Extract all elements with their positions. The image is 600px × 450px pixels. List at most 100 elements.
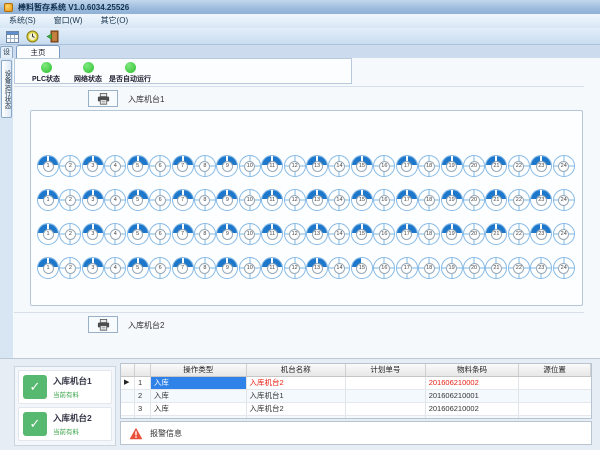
cell-op-type[interactable] <box>151 416 247 419</box>
tab-side-panel-stub[interactable]: 设 <box>0 46 13 58</box>
row-indicator[interactable]: ▶ <box>121 377 135 389</box>
col-op-type[interactable]: 操作类型 <box>151 364 247 376</box>
table-row[interactable]: 3入库入库机台2 201606210002 <box>121 403 591 416</box>
row-number[interactable]: 1 <box>135 377 151 389</box>
slot-number: 3 <box>87 229 98 240</box>
window-title: 棒料暂存系统 V1.0.6034.25526 <box>18 2 129 13</box>
storage-slot-wheel: 3 <box>82 223 104 245</box>
storage-slot-wheel: 24 <box>553 189 575 211</box>
calendar-icon[interactable] <box>5 29 20 44</box>
cell-op-type[interactable]: 入库 <box>151 403 247 415</box>
row-number[interactable]: 3 <box>135 403 151 415</box>
storage-slot-wheel: 18 <box>418 257 440 279</box>
slot-number: 18 <box>424 263 435 274</box>
slot-number: 9 <box>222 229 233 240</box>
check-icon: ✓ <box>23 412 47 436</box>
table-row[interactable]: 2入库入库机台1 201606210001 <box>121 390 591 403</box>
storage-slot-wheel: 10 <box>239 189 261 211</box>
slot-number: 21 <box>491 161 502 172</box>
storage-slot-wheel: 17 <box>396 155 418 177</box>
col-machine-name[interactable]: 机台名称 <box>247 364 347 376</box>
indicator-light-icon <box>83 62 94 73</box>
row-indicator[interactable] <box>121 390 135 402</box>
title-bar: 棒料暂存系统 V1.0.6034.25526 <box>0 0 600 14</box>
cell-material-barcode[interactable]: 201606210001 <box>426 390 520 402</box>
cell-material-barcode[interactable]: 201606210002 <box>426 403 520 415</box>
cell-material-barcode[interactable] <box>426 416 520 419</box>
row-indicator[interactable] <box>121 416 135 419</box>
slot-number: 1 <box>43 229 54 240</box>
slot-number: 1 <box>43 263 54 274</box>
indicator-light-icon <box>125 62 136 73</box>
storage-slot-wheel: 13 <box>306 155 328 177</box>
storage-slot-wheel: 10 <box>239 257 261 279</box>
cell-machine-name[interactable] <box>247 416 347 419</box>
slot-number: 10 <box>244 263 255 274</box>
cell-source-location[interactable] <box>519 390 591 402</box>
storage-slot-wheel: 21 <box>485 189 507 211</box>
cell-material-barcode[interactable]: 201606210002 <box>426 377 520 389</box>
menu-item-2[interactable]: 其它(O) <box>92 14 138 28</box>
machine2-print-button[interactable] <box>88 316 118 333</box>
slot-number: 11 <box>267 229 278 240</box>
slot-number: 8 <box>199 161 210 172</box>
storage-slot-wheel: 4 <box>104 257 126 279</box>
slot-number: 8 <box>199 263 210 274</box>
slot-number: 16 <box>379 263 390 274</box>
storage-slot-wheel: 7 <box>172 257 194 279</box>
slot-number: 17 <box>401 195 412 206</box>
storage-slot-wheel: 20 <box>463 257 485 279</box>
storage-slot-wheel: 19 <box>441 257 463 279</box>
storage-slot-wheel: 13 <box>306 189 328 211</box>
cell-op-type[interactable]: 入库 <box>151 377 247 389</box>
exit-icon[interactable] <box>45 29 60 44</box>
col-source-location[interactable]: 源位置 <box>519 364 591 376</box>
slot-number: 24 <box>558 195 569 206</box>
storage-slot-wheel: 17 <box>396 189 418 211</box>
storage-slot-wheel: 5 <box>127 189 149 211</box>
slot-number: 21 <box>491 195 502 206</box>
slot-number: 10 <box>244 229 255 240</box>
storage-slot-wheel: 15 <box>351 223 373 245</box>
slot-number: 16 <box>379 195 390 206</box>
cell-source-location[interactable] <box>519 377 591 389</box>
col-material-barcode[interactable]: 物料条码 <box>426 364 520 376</box>
cell-machine-name[interactable]: 入库机台2 <box>247 377 347 389</box>
clock-icon[interactable] <box>25 29 40 44</box>
storage-slot-wheel: 20 <box>463 189 485 211</box>
slot-number: 10 <box>244 161 255 172</box>
slot-number: 20 <box>469 161 480 172</box>
table-row[interactable]: ▶1入库入库机台2 201606210002 <box>121 377 591 390</box>
storage-slot-wheel: 21 <box>485 257 507 279</box>
cell-machine-name[interactable]: 入库机台2 <box>247 403 347 415</box>
side-panel-tab[interactable]: 设备运行状态 <box>1 60 12 118</box>
table-row[interactable]: 4 <box>121 416 591 419</box>
slot-number: 18 <box>424 229 435 240</box>
slot-number: 23 <box>536 161 547 172</box>
cell-machine-name[interactable]: 入库机台1 <box>247 390 347 402</box>
cell-op-type[interactable]: 入库 <box>151 390 247 402</box>
machine1-print-button[interactable] <box>88 90 118 107</box>
cell-source-location[interactable] <box>519 416 591 419</box>
storage-slot-wheel: 14 <box>328 257 350 279</box>
row-indicator[interactable] <box>121 403 135 415</box>
cell-plan-number[interactable] <box>346 403 426 415</box>
storage-slot-wheel: 22 <box>508 189 530 211</box>
storage-slot-wheel: 11 <box>261 223 283 245</box>
storage-slot-wheel: 1 <box>37 155 59 177</box>
row-number[interactable]: 4 <box>135 416 151 419</box>
storage-slot-wheel: 19 <box>441 189 463 211</box>
card-machine-name: 入库机台1 <box>53 375 92 387</box>
menu-item-1[interactable]: 窗口(W) <box>45 14 92 28</box>
slot-number: 3 <box>87 195 98 206</box>
machine-status-cards: ✓入库机台1当前有料✓入库机台2当前有料 <box>14 366 116 446</box>
cell-plan-number[interactable] <box>346 390 426 402</box>
storage-slot-wheel: 1 <box>37 257 59 279</box>
col-plan-number[interactable]: 计划单号 <box>346 364 426 376</box>
cell-plan-number[interactable] <box>346 377 426 389</box>
row-number[interactable]: 2 <box>135 390 151 402</box>
cell-plan-number[interactable] <box>346 416 426 419</box>
menu-item-0[interactable]: 系统(S) <box>0 14 45 28</box>
cell-source-location[interactable] <box>519 403 591 415</box>
tab-home[interactable]: 主页 <box>16 45 60 58</box>
